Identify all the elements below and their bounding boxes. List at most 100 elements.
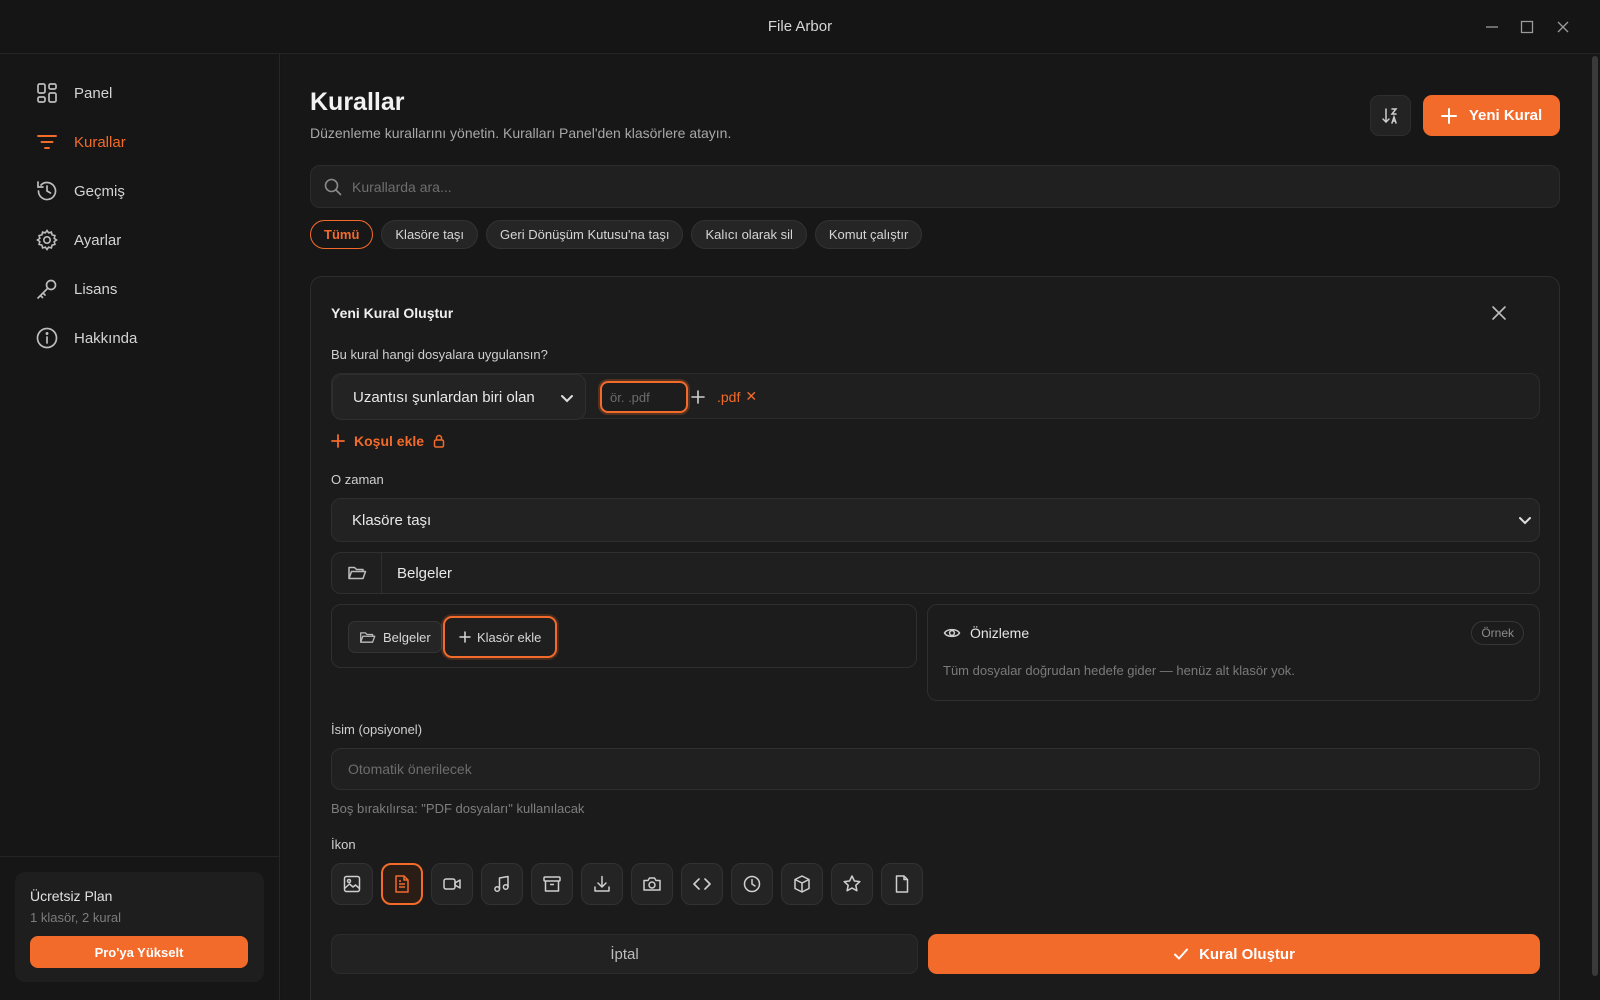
name-hint: Boş bırakılırsa: "PDF dosyaları" kullanı… (331, 801, 585, 816)
sidebar-item-kurallar[interactable]: Kurallar (24, 122, 254, 162)
remove-tag-icon[interactable]: ✕ (745, 388, 757, 405)
preview-badge: Örnek (1471, 621, 1524, 645)
chevron-down-icon (1517, 512, 1533, 528)
plus-icon (1440, 107, 1469, 124)
then-label: O zaman (331, 472, 384, 487)
new-rule-form: Yeni Kural Oluştur Bu kural hangi dosyal… (310, 276, 1560, 1000)
create-rule-button[interactable]: Kural Oluştur (928, 934, 1540, 974)
sidebar-item-label: Hakkında (74, 329, 138, 347)
star-icon[interactable] (831, 863, 873, 905)
search-bar[interactable] (310, 165, 1560, 208)
page-title: Kurallar (310, 88, 405, 116)
maximize-icon[interactable] (1517, 17, 1537, 37)
main-content: Kurallar Düzenleme kurallarını yönetin. … (281, 54, 1600, 1000)
form-title: Yeni Kural Oluştur (331, 305, 454, 321)
destination-folder-value: Belgeler (397, 565, 453, 582)
music-icon[interactable] (481, 863, 523, 905)
chevron-down-icon (559, 390, 575, 406)
new-rule-button[interactable]: Yeni Kural (1423, 95, 1560, 136)
sidebar-item-label: Panel (74, 84, 113, 102)
condition-select-value: Uzantısı şunlardan biri olan (353, 388, 535, 406)
clock-icon[interactable] (731, 863, 773, 905)
rule-name-input[interactable] (331, 748, 1540, 790)
history-icon (30, 174, 64, 208)
file-icon[interactable] (881, 863, 923, 905)
page-subtitle: Düzenleme kurallarını yönetin. Kuralları… (310, 125, 732, 141)
destination-folder[interactable]: Belgeler (331, 552, 1540, 594)
cancel-button[interactable]: İptal (331, 934, 918, 974)
title-bar: File Arbor (0, 0, 1600, 54)
new-rule-label: Yeni Kural (1468, 107, 1543, 124)
condition-select[interactable]: Uzantısı şunlardan biri olan (332, 374, 586, 420)
code-icon[interactable] (681, 863, 723, 905)
download-icon[interactable] (581, 863, 623, 905)
plan-usage: 1 klasör, 2 kural (30, 910, 122, 925)
camera-icon[interactable] (631, 863, 673, 905)
sidebar-item-label: Kurallar (74, 133, 126, 151)
filter-chip-move[interactable]: Klasöre taşı (381, 220, 479, 249)
extension-input[interactable] (600, 381, 688, 413)
folder-open-icon[interactable] (332, 553, 382, 593)
sort-icon (1381, 106, 1401, 126)
image-icon[interactable] (331, 863, 373, 905)
sidebar-item-hakkinda[interactable]: Hakkında (24, 318, 254, 358)
scrollbar[interactable] (1592, 54, 1598, 1000)
filter-chips: Tümü Klasöre taşı Geri Dönüşüm Kutusu'na… (310, 220, 930, 249)
action-select-value: Klasöre taşı (352, 511, 432, 529)
sidebar-item-lisans[interactable]: Lisans (24, 269, 254, 309)
eye-icon (943, 624, 961, 642)
lock-icon (432, 434, 446, 448)
filter-chip-delete[interactable]: Kalıcı olarak sil (691, 220, 807, 249)
add-folder-button[interactable]: Klasör ekle (443, 616, 558, 658)
sidebar-item-label: Geçmiş (74, 182, 125, 200)
document-icon[interactable] (381, 863, 423, 905)
upgrade-button[interactable]: Pro'ya Yükselt (30, 936, 248, 968)
preview-title: Önizleme (970, 625, 1030, 641)
grid-icon (30, 76, 64, 110)
filter-icon (30, 125, 64, 159)
scrollbar-thumb[interactable] (1592, 56, 1598, 976)
name-label: İsim (opsiyonel) (331, 722, 423, 737)
sidebar-item-panel[interactable]: Panel (24, 73, 254, 113)
preview-panel: Önizleme Örnek Tüm dosyalar doğrudan hed… (927, 604, 1540, 701)
subfolder-chip[interactable]: Belgeler (348, 621, 442, 653)
add-folder-label: Klasör ekle (477, 629, 542, 645)
sidebar-item-label: Ayarlar (74, 231, 122, 249)
add-extension-icon[interactable] (689, 388, 707, 406)
check-icon (1173, 946, 1199, 962)
plan-card: Ücretsiz Plan 1 klasör, 2 kural Pro'ya Y… (15, 872, 264, 982)
archive-icon[interactable] (531, 863, 573, 905)
sidebar-item-ayarlar[interactable]: Ayarlar (24, 220, 254, 260)
extension-tag: .pdf ✕ (717, 388, 757, 405)
subfolder-box: Belgeler Klasör ekle (331, 604, 917, 668)
package-icon[interactable] (781, 863, 823, 905)
add-condition-label: Koşul ekle (354, 433, 425, 449)
extension-tag-label: .pdf (717, 388, 741, 405)
folder-icon (359, 629, 383, 646)
filter-chip-all[interactable]: Tümü (310, 220, 374, 249)
search-input[interactable] (352, 178, 1502, 195)
icon-label: İkon (331, 837, 356, 852)
filter-chip-command[interactable]: Komut çalıştır (814, 220, 923, 249)
condition-row: Uzantısı şunlardan biri olan .pdf ✕ (331, 373, 1540, 420)
create-rule-label: Kural Oluştur (1199, 945, 1295, 963)
filter-chip-recycle[interactable]: Geri Dönüşüm Kutusu'na taşı (486, 220, 684, 249)
close-icon[interactable] (1487, 301, 1511, 325)
preview-description: Tüm dosyalar doğrudan hedefe gider — hen… (943, 663, 1295, 678)
add-condition-button[interactable]: Koşul ekle (331, 433, 446, 449)
sidebar: Panel Kurallar Geçmiş Ayarlar Lisans Hak… (0, 54, 280, 1000)
info-icon (30, 321, 64, 355)
sidebar-item-label: Lisans (74, 280, 118, 298)
subfolder-chip-label: Belgeler (383, 629, 431, 645)
minimize-icon[interactable] (1482, 17, 1502, 37)
plus-icon (459, 631, 477, 643)
icon-picker (331, 863, 931, 905)
action-select[interactable]: Klasöre taşı (331, 498, 1540, 542)
sidebar-item-gecmis[interactable]: Geçmiş (24, 171, 254, 211)
video-icon[interactable] (431, 863, 473, 905)
gear-icon (30, 223, 64, 257)
search-icon (324, 178, 342, 196)
sort-button[interactable] (1370, 95, 1411, 136)
close-window-icon[interactable] (1553, 17, 1573, 37)
key-icon (30, 272, 64, 306)
